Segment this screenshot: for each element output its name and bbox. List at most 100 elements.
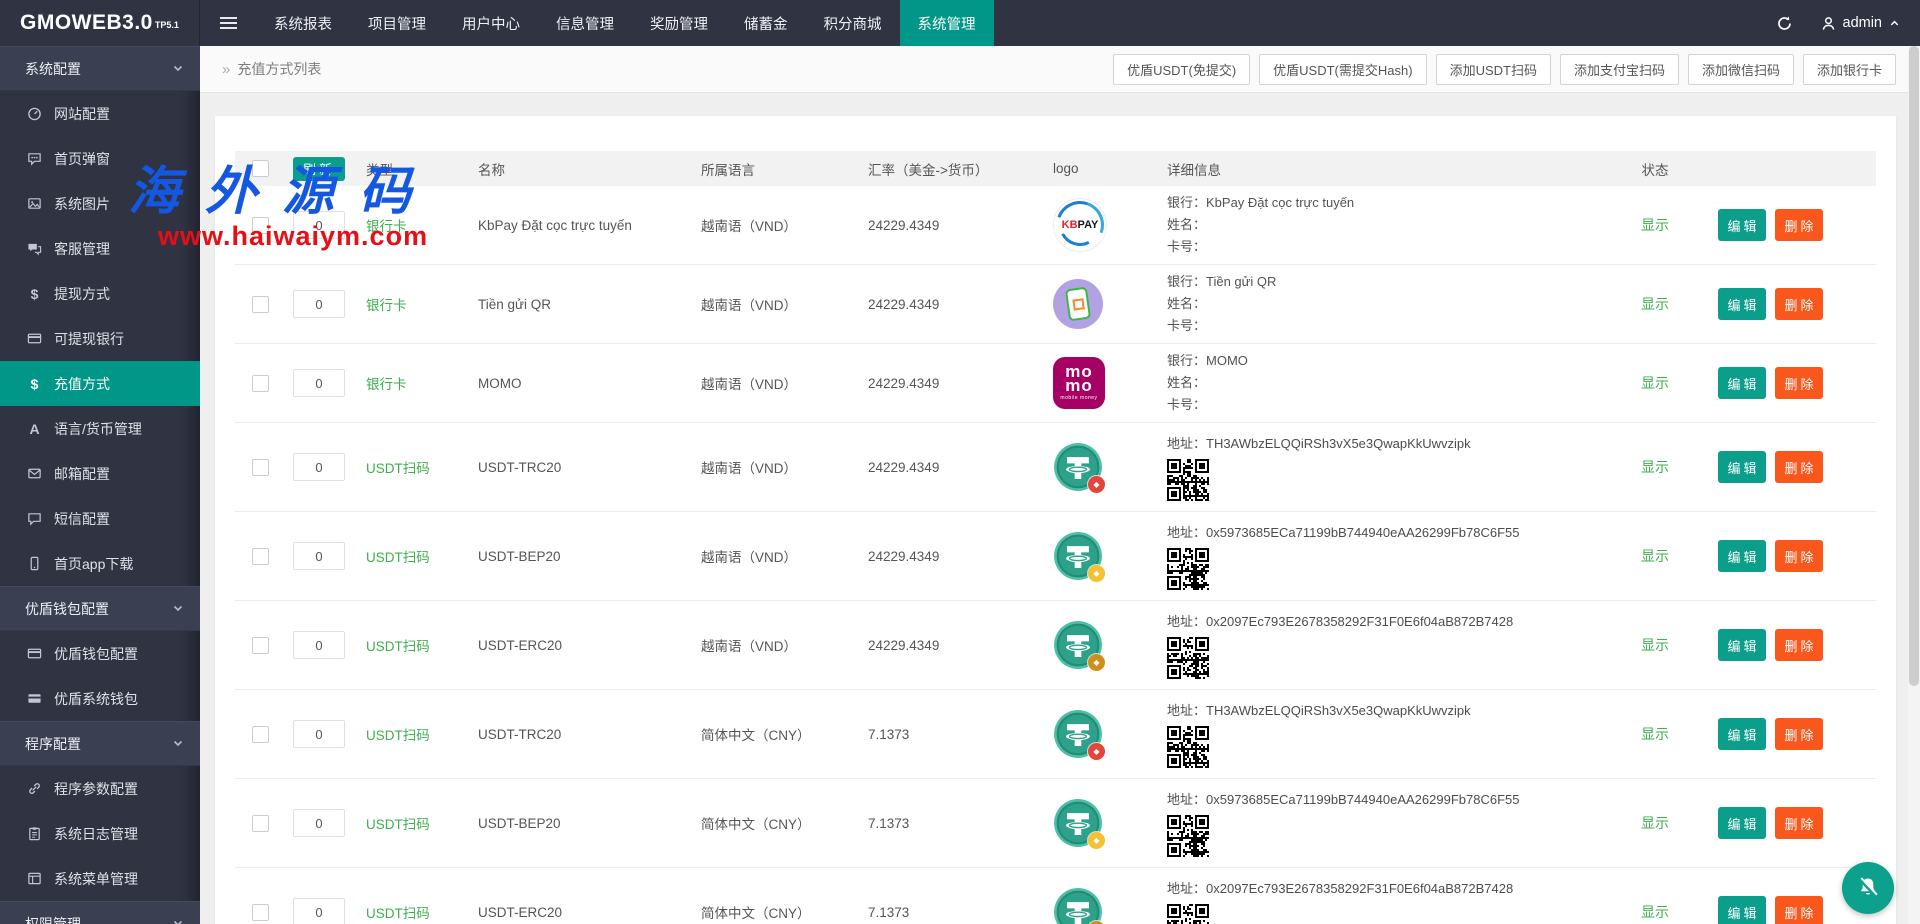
sidebar-item-4[interactable]: 客服管理: [0, 226, 200, 271]
sidebar-item-18[interactable]: 系统菜单管理: [0, 856, 200, 901]
qr-code: [1167, 636, 1209, 679]
qr-code: [1167, 547, 1209, 590]
toolbar-button-3[interactable]: 添加支付宝扫码: [1559, 53, 1679, 85]
sort-order-input[interactable]: [293, 453, 345, 481]
sidebar-item-2[interactable]: 首页弹窗: [0, 136, 200, 181]
select-all-checkbox[interactable]: [252, 160, 269, 177]
table-row: USDT扫码 USDT-TRC20 越南语（VND） 24229.4349 ◆ …: [235, 423, 1876, 512]
nav-tab-1[interactable]: 项目管理: [350, 0, 444, 46]
sort-order-input[interactable]: [293, 211, 345, 239]
delete-button[interactable]: 删除: [1775, 807, 1823, 839]
edit-button[interactable]: 编辑: [1718, 540, 1766, 572]
usdt-erc-badge-icon: ◆: [1088, 654, 1105, 671]
edit-button[interactable]: 编辑: [1718, 807, 1766, 839]
nav-tab-0[interactable]: 系统报表: [256, 0, 350, 46]
row-checkbox[interactable]: [252, 814, 269, 832]
row-checkbox[interactable]: [252, 725, 269, 743]
row-checkbox[interactable]: [252, 295, 269, 313]
row-checkbox[interactable]: [252, 636, 269, 654]
pay-language: 越南语（VND）: [701, 461, 798, 476]
edit-button[interactable]: 编辑: [1718, 367, 1766, 399]
pay-rate: 7.1373: [868, 815, 910, 831]
status-show-link[interactable]: 显示: [1641, 546, 1669, 566]
row-checkbox[interactable]: [252, 374, 269, 392]
pay-type: 银行卡: [366, 219, 407, 234]
sidebar-item-1[interactable]: 网站配置: [0, 91, 200, 136]
sidebar-item-9[interactable]: 邮箱配置: [0, 451, 200, 496]
delete-button[interactable]: 删除: [1775, 451, 1823, 483]
row-checkbox[interactable]: [252, 547, 269, 565]
row-checkbox[interactable]: [252, 216, 269, 234]
sort-order-input[interactable]: [293, 631, 345, 659]
row-checkbox[interactable]: [252, 458, 269, 476]
toolbar-button-2[interactable]: 添加USDT扫码: [1435, 53, 1551, 85]
sidebar-section-15[interactable]: 程序配置: [0, 721, 200, 766]
edit-button[interactable]: 编辑: [1718, 718, 1766, 750]
row-checkbox[interactable]: [252, 903, 269, 921]
nav-tab-7[interactable]: 系统管理: [899, 0, 994, 46]
sidebar-section-0[interactable]: 系统配置: [0, 46, 200, 91]
refresh-icon[interactable]: [1776, 15, 1793, 32]
delete-button[interactable]: 删除: [1775, 629, 1823, 661]
nav-tab-3[interactable]: 信息管理: [538, 0, 632, 46]
edit-button[interactable]: 编辑: [1718, 209, 1766, 241]
sort-order-input[interactable]: [293, 369, 345, 397]
delete-button[interactable]: 删除: [1775, 540, 1823, 572]
edit-button[interactable]: 编辑: [1718, 896, 1766, 924]
sidebar-item-5[interactable]: $ 提现方式: [0, 271, 200, 316]
nav-tab-2[interactable]: 用户中心: [444, 0, 538, 46]
toolbar-button-4[interactable]: 添加微信扫码: [1687, 53, 1794, 85]
nav-tab-4[interactable]: 奖励管理: [632, 0, 726, 46]
vertical-scrollbar[interactable]: [1908, 46, 1920, 924]
delete-button[interactable]: 删除: [1775, 209, 1823, 241]
edit-button[interactable]: 编辑: [1718, 288, 1766, 320]
sidebar-section-12[interactable]: 优盾钱包配置: [0, 586, 200, 631]
sort-order-input[interactable]: [293, 809, 345, 837]
edit-button[interactable]: 编辑: [1718, 629, 1766, 661]
delete-button[interactable]: 删除: [1775, 896, 1823, 924]
sort-order-input[interactable]: [293, 898, 345, 924]
scrollbar-thumb[interactable]: [1909, 46, 1919, 686]
status-show-link[interactable]: 显示: [1641, 902, 1669, 922]
sidebar-item-13[interactable]: 优盾钱包配置: [0, 631, 200, 676]
delete-button[interactable]: 删除: [1775, 288, 1823, 320]
sidebar-item-16[interactable]: 程序参数配置: [0, 766, 200, 811]
delete-button[interactable]: 删除: [1775, 718, 1823, 750]
cardf-icon: [25, 691, 44, 706]
sidebar-section-19[interactable]: 权限管理: [0, 901, 200, 924]
status-show-link[interactable]: 显示: [1641, 724, 1669, 744]
sidebar-item-7[interactable]: $ 充值方式: [0, 361, 200, 406]
nav-tab-6[interactable]: 积分商城: [806, 0, 900, 46]
sidebar-item-8[interactable]: A 语言/货币管理: [0, 406, 200, 451]
sidebar-item-17[interactable]: 系统日志管理: [0, 811, 200, 856]
sidebar-item-10[interactable]: 短信配置: [0, 496, 200, 541]
usdt-address: 地址：TH3AWbzELQQiRSh3vX5e3QwapKkUwvzipk: [1167, 435, 1471, 451]
status-show-link[interactable]: 显示: [1641, 457, 1669, 477]
sort-order-input[interactable]: [293, 720, 345, 748]
delete-button[interactable]: 删除: [1775, 367, 1823, 399]
toolbar-button-5[interactable]: 添加银行卡: [1802, 53, 1896, 85]
bank-details: 银行：MOMO 姓名： 卡号：: [1167, 353, 1248, 412]
sort-order-input[interactable]: [293, 542, 345, 570]
sidebar-item-14[interactable]: 优盾系统钱包: [0, 676, 200, 721]
toolbar-button-1[interactable]: 优盾USDT(需提交Hash): [1259, 53, 1427, 85]
status-show-link[interactable]: 显示: [1641, 813, 1669, 833]
sort-order-input[interactable]: [293, 290, 345, 318]
refresh-button[interactable]: 刷新: [293, 156, 346, 181]
pay-name: USDT-BEP20: [478, 548, 561, 564]
notification-mute-button[interactable]: [1842, 862, 1894, 914]
status-show-link[interactable]: 显示: [1641, 635, 1669, 655]
status-show-link[interactable]: 显示: [1641, 373, 1669, 393]
nav-tab-5[interactable]: 储蓄金: [726, 0, 806, 46]
sidebar-toggle-icon[interactable]: [200, 0, 256, 46]
dollar-icon: $: [30, 375, 39, 392]
status-show-link[interactable]: 显示: [1641, 215, 1669, 235]
sidebar-item-11[interactable]: 首页app下载: [0, 541, 200, 586]
toolbar-button-0[interactable]: 优盾USDT(免提交): [1113, 53, 1251, 85]
user-menu[interactable]: admin: [1821, 15, 1901, 31]
sidebar-item-3[interactable]: 系统图片: [0, 181, 200, 226]
status-show-link[interactable]: 显示: [1641, 294, 1669, 314]
tether-logo: ◆: [1053, 709, 1105, 760]
edit-button[interactable]: 编辑: [1718, 451, 1766, 483]
sidebar-item-6[interactable]: 可提现银行: [0, 316, 200, 361]
